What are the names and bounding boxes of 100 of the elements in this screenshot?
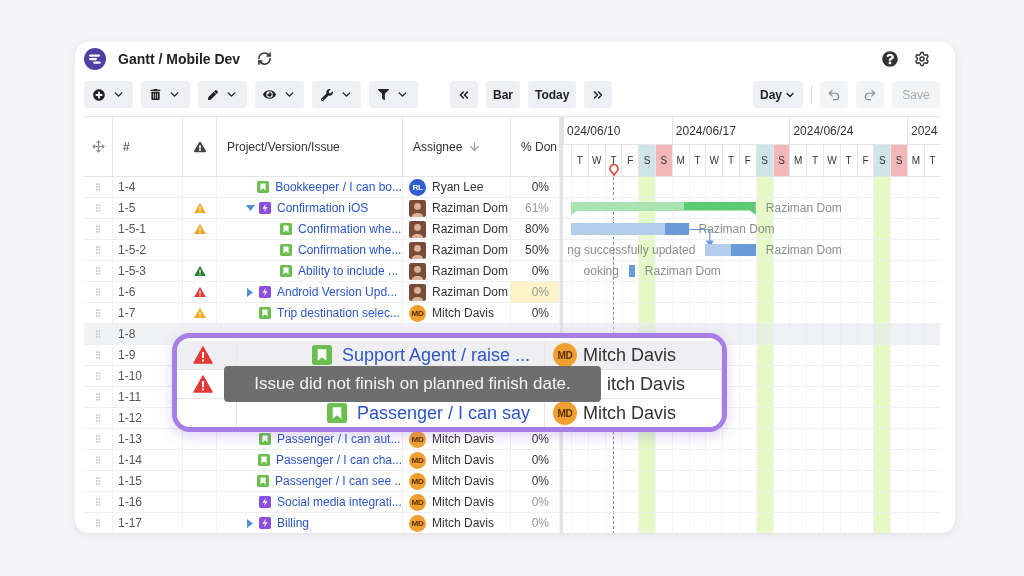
table-row[interactable]: 1-5-2 Confirmation whe... Raziman Dom 50% <box>84 240 560 261</box>
bar-assignee-label: Raziman Dom <box>698 222 775 236</box>
help-icon[interactable] <box>882 50 898 67</box>
drag-handle-icon[interactable] <box>93 455 103 465</box>
table-row[interactable]: Support Agent / raise ... MD Mitch Davis <box>177 341 722 370</box>
bar-assignee-label: Raziman Dom <box>765 243 842 257</box>
column-header[interactable]: Project/Version/Issue <box>227 139 340 154</box>
issue-link[interactable]: Android Version Upd... <box>277 285 398 299</box>
column-header[interactable]: Assignee <box>413 139 463 154</box>
issue-link[interactable]: Passenger / I can say <box>356 402 530 424</box>
redo-icon <box>863 87 877 102</box>
settings-icon[interactable] <box>914 50 930 67</box>
issue-link[interactable]: Passenger / I can cha... <box>275 453 402 467</box>
avatar: MD <box>409 451 426 469</box>
drag-handle-icon[interactable] <box>93 434 103 444</box>
bookmark-icon <box>257 181 270 193</box>
table-row[interactable]: 1-16 Social media integrati... MD Mitch Davis 0% <box>84 492 560 513</box>
issue-link[interactable]: Social media integrati... <box>277 495 402 509</box>
assignee-name: Raziman Dom <box>432 201 509 215</box>
undo-button[interactable] <box>820 81 848 108</box>
filter-icon <box>378 89 389 100</box>
move-icon <box>91 140 105 153</box>
view-menu-button[interactable] <box>255 81 304 108</box>
table-row[interactable]: Passenger / I can say MD Mitch Davis <box>177 399 722 427</box>
issue-link[interactable]: Passenger / I can see ... <box>275 474 402 488</box>
issue-link[interactable]: Passenger / I can aut... <box>277 432 401 446</box>
redo-button[interactable] <box>856 81 884 108</box>
day-letter: T <box>576 155 583 166</box>
row-number: 1-6 <box>117 285 136 299</box>
delete-menu-button[interactable] <box>141 81 190 108</box>
drag-handle-icon[interactable] <box>93 413 103 423</box>
table-row[interactable]: 1-7 Trip destination selec... MD Mitch Davis 0% <box>84 303 560 324</box>
issue-link[interactable]: Bookkeeper / I can bo... <box>275 180 402 194</box>
assignee-name: itch Davis <box>607 373 686 395</box>
table-row[interactable]: 1-17 Billing MD Mitch Davis 0% <box>84 513 560 533</box>
task-bar[interactable] <box>705 244 756 256</box>
row-number: 1-5 <box>117 201 136 215</box>
assignee-name: Ryan Lee <box>432 180 484 194</box>
app-logo-icon <box>84 47 106 70</box>
issue-link[interactable]: Confirmation iOS <box>277 201 369 215</box>
table-row[interactable]: 1-14 Passenger / I can cha... MD Mitch Davis 0% <box>84 450 560 471</box>
task-bar[interactable] <box>628 265 635 277</box>
edit-menu-button[interactable] <box>198 81 247 108</box>
summary-bar[interactable] <box>571 202 756 215</box>
day-letter: T <box>728 155 735 166</box>
sort-arrow-icon[interactable] <box>468 140 482 153</box>
row-number: 1-13 <box>117 432 143 446</box>
refresh-icon[interactable] <box>257 51 273 66</box>
issue-link[interactable]: Support Agent / raise ... <box>341 344 530 366</box>
toolbar-button[interactable]: Today <box>528 81 577 108</box>
drag-handle-icon[interactable] <box>93 371 103 381</box>
table-row[interactable]: 1-15 Passenger / I can see ... MD Mitch Davis 0% <box>84 471 560 492</box>
toolbar-button[interactable]: Bar <box>486 81 520 108</box>
table-row[interactable]: 1-5-3 Ability to include ... Raziman Dom 0% <box>84 261 560 282</box>
column-header[interactable]: % Don <box>521 139 558 154</box>
drag-handle-icon[interactable] <box>93 224 103 234</box>
day-letter: S <box>660 155 668 166</box>
drag-handle-icon[interactable] <box>93 203 103 213</box>
drag-handle-icon[interactable] <box>93 287 103 297</box>
percent-done: 0% <box>531 306 550 320</box>
day-letter: T <box>610 155 617 166</box>
table-row[interactable]: 1-5 Confirmation iOS Raziman Dom 61% <box>84 198 560 219</box>
drag-handle-icon[interactable] <box>93 245 103 255</box>
wrench-icon <box>320 88 333 101</box>
task-bar[interactable] <box>571 223 689 235</box>
drag-handle-icon[interactable] <box>93 266 103 276</box>
drag-handle-icon[interactable] <box>93 329 103 339</box>
zoom-dropdown[interactable]: Day <box>753 81 803 108</box>
previous-button[interactable] <box>450 81 478 108</box>
table-row[interactable]: 1-6 Android Version Upd... Raziman Dom 0% <box>84 282 560 303</box>
row-number: 1-8 <box>117 327 136 341</box>
drag-handle-icon[interactable] <box>93 518 103 528</box>
drag-handle-icon[interactable] <box>93 392 103 402</box>
issue-link[interactable]: Billing <box>277 516 309 530</box>
drag-handle-icon[interactable] <box>93 497 103 507</box>
drag-handle-icon[interactable] <box>93 350 103 360</box>
issue-link[interactable]: Ability to include ... <box>298 264 399 278</box>
tools-menu-button[interactable] <box>312 81 361 108</box>
filter-menu-button[interactable] <box>369 81 418 108</box>
next-button[interactable] <box>584 81 613 108</box>
drag-handle-icon[interactable] <box>93 476 103 486</box>
issue-link[interactable]: Confirmation whe... <box>298 222 402 236</box>
percent-done: 0% <box>531 180 550 194</box>
collapse-caret-icon[interactable] <box>245 205 255 211</box>
day-letter: F <box>627 155 634 166</box>
row-number: 1-10 <box>117 369 143 383</box>
column-header[interactable]: # <box>123 139 130 154</box>
add-menu-button[interactable] <box>84 81 133 108</box>
table-row[interactable]: 1-4 Bookkeeper / I can bo... RL Ryan Lee 0% <box>84 177 560 198</box>
avatar: RL <box>409 178 426 196</box>
issue-link[interactable]: Confirmation whe... <box>298 243 402 257</box>
drag-handle-icon[interactable] <box>93 182 103 192</box>
expand-caret-icon[interactable] <box>247 518 253 528</box>
table-row[interactable]: 1-5-1 Confirmation whe... Raziman Dom 80% <box>84 219 560 240</box>
pencil-icon <box>207 89 218 100</box>
lightning-icon <box>259 517 271 529</box>
avatar: MD <box>409 472 426 490</box>
issue-link[interactable]: Trip destination selec... <box>277 306 400 320</box>
drag-handle-icon[interactable] <box>93 308 103 318</box>
expand-caret-icon[interactable] <box>247 287 253 297</box>
